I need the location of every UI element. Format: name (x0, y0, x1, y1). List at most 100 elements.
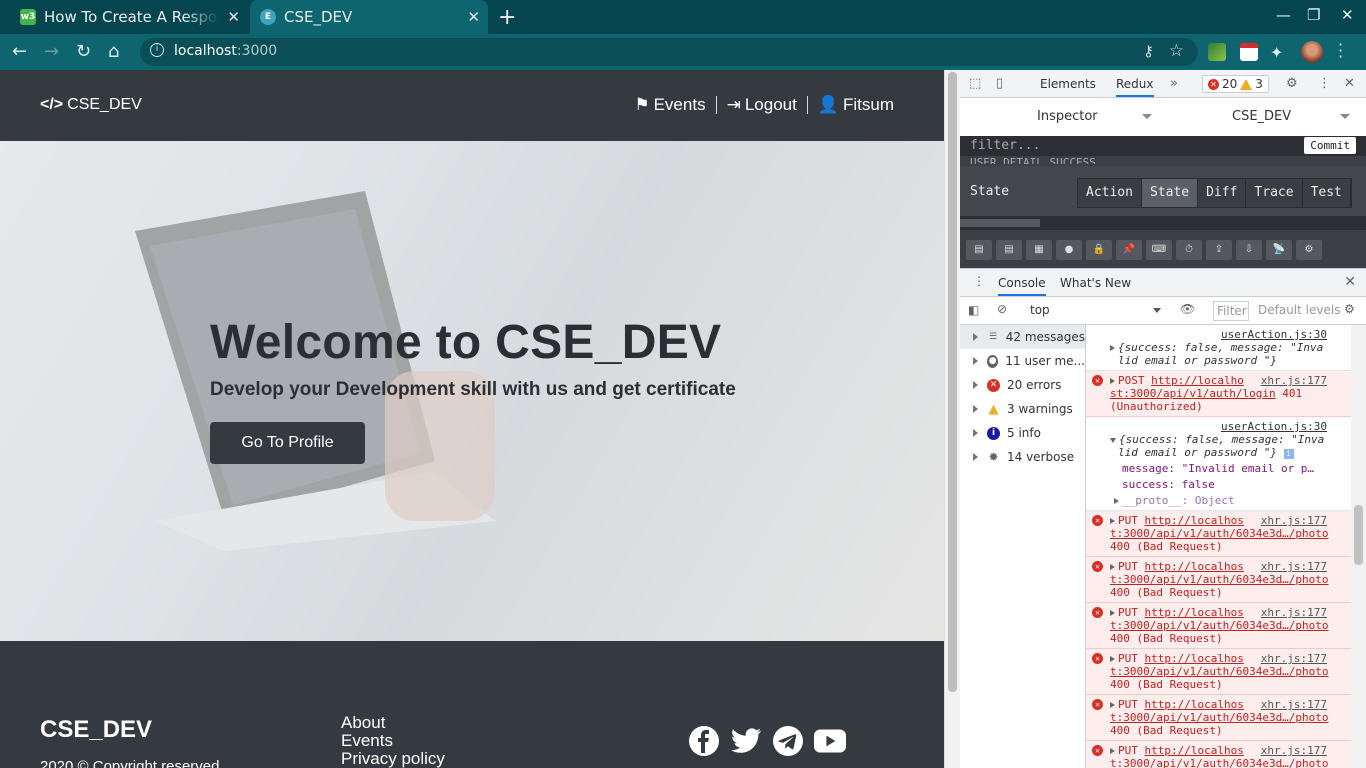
site-brand[interactable]: </> CSE_DEV (40, 96, 142, 114)
tab-elements[interactable]: Elements (1040, 77, 1096, 91)
nav-events-link[interactable]: Events (654, 95, 706, 115)
facebook-icon[interactable] (688, 725, 720, 757)
inspector-select[interactable]: Inspector (1037, 109, 1098, 124)
reload-icon[interactable]: ↻ (76, 41, 91, 62)
remote-icon[interactable]: 📡 (1266, 240, 1292, 260)
footer-link-privacy[interactable]: Privacy policy (341, 750, 445, 768)
tab-redux[interactable]: Redux (1116, 77, 1154, 97)
sidebar-toggle-icon[interactable]: ◧ (968, 303, 979, 317)
page-scrollbar-thumb[interactable] (948, 72, 957, 692)
source-link[interactable]: xhr.js:177 (1261, 374, 1327, 387)
console-scrollbar[interactable] (1351, 325, 1366, 768)
twitter-icon[interactable] (730, 725, 762, 757)
issue-counts[interactable]: ✕ 20 3 (1202, 75, 1269, 93)
extensions-puzzle-icon[interactable]: ✦ (1270, 43, 1283, 62)
source-link[interactable]: xhr.js:177 (1261, 560, 1327, 573)
back-icon[interactable]: ← (12, 41, 27, 62)
profile-avatar[interactable] (1301, 41, 1323, 63)
redux-settings-icon[interactable]: ⚙ (1296, 240, 1322, 260)
minimize-icon[interactable]: — (1276, 6, 1291, 24)
state-tab-button[interactable]: State (1141, 179, 1199, 207)
inspect-element-icon[interactable]: ⬚ (969, 76, 981, 91)
go-to-profile-button[interactable]: Go To Profile (210, 422, 365, 464)
forward-icon[interactable]: → (44, 41, 59, 62)
source-link[interactable]: xhr.js:177 (1261, 514, 1327, 527)
log-levels-select[interactable]: Default levels (1258, 303, 1340, 317)
context-select[interactable]: top (1030, 303, 1050, 317)
log-entry-error[interactable]: ✕ xhr.js:177 PUT http://localhos t:3000/… (1086, 649, 1351, 695)
instance-select[interactable]: CSE_DEV (1232, 109, 1291, 124)
footer-link-events[interactable]: Events (341, 732, 445, 750)
sidebar-item-warnings[interactable]: ▲ 3 warnings (960, 397, 1085, 421)
source-link[interactable]: xhr.js:177 (1261, 606, 1327, 619)
action-tab-button[interactable]: Action (1078, 179, 1142, 207)
footer-link-about[interactable]: About (341, 714, 445, 732)
live-expression-eye-icon[interactable]: 👁 (1180, 302, 1195, 316)
console-scrollbar-thumb[interactable] (1354, 505, 1363, 565)
pin-icon[interactable]: 📌 (1116, 240, 1142, 260)
drawer-menu-icon[interactable]: ⋮ (973, 274, 985, 288)
telegram-icon[interactable] (772, 725, 804, 757)
close-drawer-icon[interactable]: ✕ (1344, 274, 1356, 290)
device-toolbar-icon[interactable]: ▯ (996, 76, 1003, 91)
more-tabs-icon[interactable]: » (1170, 76, 1178, 91)
sidebar-item-verbose[interactable]: ✹ 14 verbose (960, 445, 1085, 469)
nav-user-link[interactable]: Fitsum (843, 95, 894, 115)
log-entry-error[interactable]: ✕ xhr.js:177 PUT http://localhos t:3000/… (1086, 695, 1351, 741)
devtools-menu-icon[interactable]: ⋮ (1318, 76, 1331, 91)
test-tab-button[interactable]: Test (1302, 179, 1351, 207)
tab-console[interactable]: Console (998, 276, 1046, 296)
upload-icon[interactable]: ⇪ (1206, 240, 1232, 260)
key-icon[interactable]: ⚷ (1143, 42, 1154, 60)
source-link[interactable]: userAction.js:30 (1221, 328, 1327, 341)
expand-icon[interactable] (1110, 345, 1115, 351)
url-input[interactable]: i localhost:3000 ⚷ ☆ (140, 38, 1198, 66)
tab-w3schools[interactable]: w3 How To Create A Responsive ✕ (8, 0, 248, 34)
lock-icon[interactable]: 🔒 (1086, 240, 1112, 260)
nav-logout-link[interactable]: Logout (745, 95, 797, 115)
sidebar-item-messages[interactable]: ☰ 42 messages (960, 325, 1085, 349)
extension-eyedropper-icon[interactable] (1208, 43, 1226, 61)
tab-cse-dev[interactable]: E CSE_DEV ✕ (250, 0, 488, 34)
source-link[interactable]: xhr.js:177 (1261, 698, 1327, 711)
source-link[interactable]: xhr.js:177 (1261, 744, 1327, 757)
youtube-icon[interactable] (814, 725, 846, 757)
new-tab-button[interactable]: + (498, 5, 516, 30)
layout-right-icon[interactable]: ▤ (996, 240, 1022, 260)
log-entry-error[interactable]: ✕ xhr.js:177 PUT http://localhos t:3000/… (1086, 557, 1351, 603)
source-link[interactable]: userAction.js:30 (1221, 420, 1327, 433)
log-entry-expanded[interactable]: userAction.js:30 {success: false, messag… (1086, 417, 1351, 511)
timer-icon[interactable]: ⏱ (1176, 240, 1202, 260)
log-entry-error[interactable]: ✕ xhr.js:177 PUT http://localhos t:3000/… (1086, 511, 1351, 557)
record-icon[interactable]: ● (1056, 240, 1082, 260)
action-filter[interactable]: filter... Commit (960, 136, 1366, 156)
extension-calendar-icon[interactable] (1240, 43, 1258, 61)
layout-bottom-icon[interactable]: ▦ (1026, 240, 1052, 260)
settings-gear-icon[interactable]: ⚙ (1286, 76, 1298, 91)
sidebar-item-info[interactable]: i 5 info (960, 421, 1085, 445)
clear-console-icon[interactable]: ⊘ (997, 302, 1007, 316)
sidebar-item-errors[interactable]: ✕ 20 errors (960, 373, 1085, 397)
console-filter-input[interactable]: Filter (1213, 301, 1249, 321)
browser-menu-icon[interactable]: · · · (1338, 37, 1343, 65)
page-scrollbar[interactable] (944, 70, 960, 768)
keyboard-icon[interactable]: ⌨ (1146, 240, 1172, 260)
log-entry-error[interactable]: ✕ xhr.js:177 PUT http://localhos t:3000/… (1086, 741, 1351, 768)
restore-icon[interactable]: ❐ (1307, 6, 1320, 24)
close-devtools-icon[interactable]: ✕ (1344, 76, 1355, 91)
info-badge-icon[interactable]: i (1283, 449, 1294, 459)
close-tab-icon[interactable]: ✕ (467, 8, 480, 26)
commit-button[interactable]: Commit (1304, 137, 1356, 154)
timeline-slider[interactable] (960, 216, 1366, 230)
log-entry-error[interactable]: ✕ xhr.js:177 PUT http://localhos t:3000/… (1086, 603, 1351, 649)
tab-whats-new[interactable]: What's New (1060, 276, 1131, 290)
close-tab-icon[interactable]: ✕ (227, 8, 240, 26)
last-action-item[interactable]: USER_DETAIL_SUCCESS (970, 156, 1096, 164)
diff-tab-button[interactable]: Diff (1198, 179, 1247, 207)
collapse-icon[interactable] (1110, 438, 1116, 443)
trace-tab-button[interactable]: Trace (1246, 179, 1303, 207)
sidebar-item-user-messages[interactable]: ● 11 user me... (960, 349, 1085, 373)
site-info-icon[interactable]: i (150, 43, 164, 57)
console-settings-icon[interactable]: ⚙ (1344, 302, 1355, 316)
bookmark-star-icon[interactable]: ☆ (1169, 41, 1184, 61)
